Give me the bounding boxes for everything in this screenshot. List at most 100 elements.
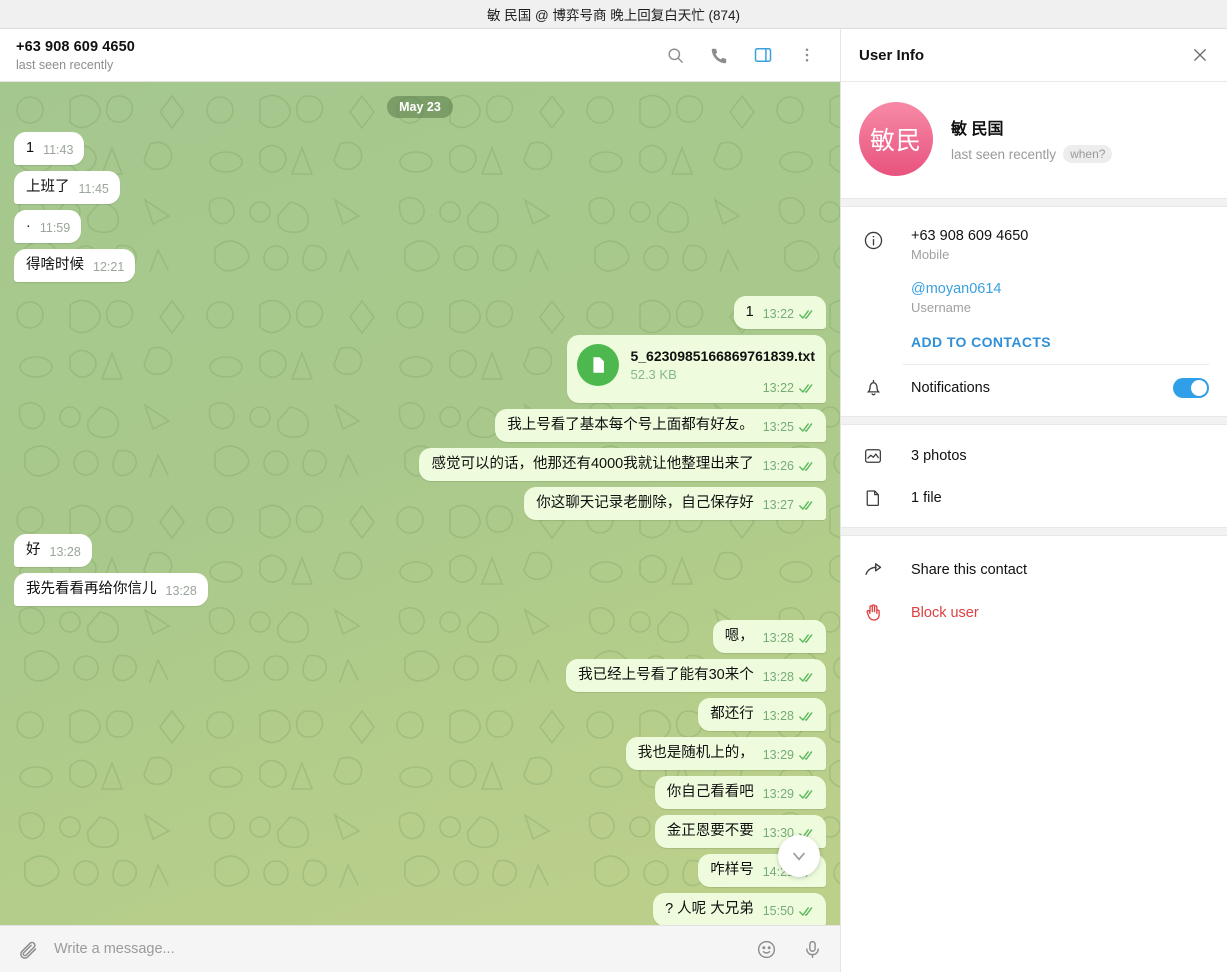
- message-input[interactable]: [54, 941, 740, 957]
- media-row-photos[interactable]: 3 photos: [841, 435, 1227, 477]
- date-separator-row: May 23: [14, 96, 826, 118]
- message-time: 13:29: [762, 748, 794, 762]
- message-time: 15:50: [762, 904, 794, 918]
- emoji-icon[interactable]: [754, 937, 778, 961]
- messages-container: May 23 1 11:43 上班了 11:45 · 11:59 得啥时候 12:21 1 13:…: [0, 82, 840, 925]
- section-divider: [841, 198, 1227, 207]
- message-bubble[interactable]: 嗯， 13:28: [712, 620, 826, 653]
- chat-column: +63 908 609 4650 last seen recently May …: [0, 29, 840, 972]
- message-bubble[interactable]: 我已经上号看了能有30来个 13:28: [566, 659, 826, 692]
- username-row[interactable]: @moyan0614 Username: [841, 269, 1227, 322]
- message-bubble[interactable]: 好 13:28: [14, 534, 92, 567]
- message-meta: 12:21: [93, 260, 124, 275]
- phone-texts: +63 908 609 4650 Mobile: [889, 228, 1209, 262]
- search-icon[interactable]: [664, 44, 686, 66]
- add-contacts-row[interactable]: ADD TO CONTACTS: [841, 322, 1227, 354]
- file-message-bubble[interactable]: 5_6230985166869761839.txt 52.3 KB 13:22: [567, 335, 826, 403]
- message-row[interactable]: 金正恩要不要 13:30: [14, 815, 826, 848]
- message-meta: 13:28: [763, 670, 815, 685]
- message-text: 1: [745, 304, 754, 320]
- avatar-initials: 敏民: [869, 127, 922, 155]
- message-text: 得啥时候: [26, 257, 84, 273]
- message-bubble[interactable]: 得啥时候 12:21: [14, 249, 136, 282]
- messages-target: 1 11:43 上班了 11:45 · 11:59 得啥时候 12:21 1 13:22 5_623…: [14, 132, 826, 925]
- message-bubble[interactable]: ? 人呢 大兄弟 15:50: [653, 893, 826, 925]
- username-texts: @moyan0614 Username: [889, 281, 1209, 315]
- message-row[interactable]: 1 13:22: [14, 296, 826, 329]
- share-contact-button[interactable]: Share this contact: [841, 548, 1227, 591]
- profile-texts: 敏 民国 last seen recently when?: [951, 115, 1113, 163]
- message-bubble[interactable]: · 11:59: [14, 210, 82, 243]
- file-document-icon[interactable]: [577, 344, 620, 386]
- chat-header-texts[interactable]: +63 908 609 4650 last seen recently: [16, 39, 664, 72]
- message-text: 金正恩要不要: [666, 823, 754, 839]
- block-user-button[interactable]: Block user: [841, 591, 1227, 634]
- read-ticks-icon: [799, 422, 815, 433]
- message-row[interactable]: 咋样号 14:21: [14, 854, 826, 887]
- message-row[interactable]: 上班了 11:45: [14, 171, 826, 204]
- attach-icon[interactable]: [16, 937, 40, 961]
- message-row[interactable]: 得啥时候 12:21: [14, 249, 826, 282]
- microphone-icon[interactable]: [800, 937, 824, 961]
- message-row[interactable]: 我也是随机上的， 13:29: [14, 737, 826, 770]
- message-meta: 13:22: [577, 381, 815, 396]
- notifications-row[interactable]: Notifications: [841, 365, 1227, 410]
- message-bubble[interactable]: 你自己看看吧 13:29: [654, 776, 826, 809]
- message-time: 13:28: [762, 670, 794, 684]
- message-text: 我也是随机上的，: [637, 745, 754, 761]
- message-time: 13:22: [762, 307, 794, 321]
- notifications-toggle[interactable]: [1173, 377, 1209, 398]
- message-row[interactable]: 你这聊天记录老删除，自己保存好 13:27: [14, 487, 826, 520]
- message-row[interactable]: 我上号看了基本每个号上面都有好友。 13:25: [14, 409, 826, 442]
- scroll-to-bottom-button[interactable]: [778, 835, 820, 877]
- more-menu-icon[interactable]: [796, 44, 818, 66]
- message-meta: 11:59: [40, 221, 70, 236]
- message-row[interactable]: 我已经上号看了能有30来个 13:28: [14, 659, 826, 692]
- sidebar-toggle-icon[interactable]: [752, 44, 774, 66]
- message-row[interactable]: 你自己看看吧 13:29: [14, 776, 826, 809]
- username-label: Username: [911, 300, 971, 315]
- close-icon[interactable]: [1191, 46, 1209, 64]
- message-text: 我先看看再给你信儿: [26, 581, 157, 597]
- message-text: 咋样号: [710, 862, 754, 878]
- message-row[interactable]: 感觉可以的话，他那还有4000我就让他整理出来了 13:26: [14, 448, 826, 481]
- message-list[interactable]: May 23 1 11:43 上班了 11:45 · 11:59 得啥时候 12:21 1 13:…: [0, 82, 840, 925]
- notifications-label: Notifications: [911, 379, 990, 396]
- message-row[interactable]: 嗯， 13:28: [14, 620, 826, 653]
- share-icon: [863, 559, 889, 580]
- message-meta: 13:29: [763, 748, 815, 763]
- message-bubble[interactable]: 我上号看了基本每个号上面都有好友。 13:25: [495, 409, 826, 442]
- date-separator: May 23: [387, 96, 453, 118]
- message-row[interactable]: 好 13:28: [14, 534, 826, 567]
- message-row[interactable]: 1 11:43: [14, 132, 826, 165]
- message-bubble[interactable]: 感觉可以的话，他那还有4000我就让他整理出来了 13:26: [419, 448, 826, 481]
- message-bubble[interactable]: 1 13:22: [733, 296, 826, 329]
- phone-row[interactable]: +63 908 609 4650 Mobile: [841, 221, 1227, 269]
- message-row[interactable]: 都还行 13:28: [14, 698, 826, 731]
- chat-subtitle: last seen recently: [16, 57, 114, 72]
- username-icon-placeholder: [863, 281, 889, 283]
- message-bubble[interactable]: 都还行 13:28: [698, 698, 826, 731]
- message-row[interactable]: 我先看看再给你信儿 13:28: [14, 573, 826, 606]
- add-to-contacts-button[interactable]: ADD TO CONTACTS: [911, 324, 1209, 352]
- message-text: ·: [26, 218, 31, 234]
- phone-icon[interactable]: [708, 44, 730, 66]
- chat-header: +63 908 609 4650 last seen recently: [0, 29, 840, 82]
- message-bubble[interactable]: 1 11:43: [14, 132, 85, 165]
- username-value[interactable]: @moyan0614: [911, 281, 1209, 297]
- avatar[interactable]: 敏民: [859, 102, 933, 176]
- message-row[interactable]: ? 人呢 大兄弟 15:50: [14, 893, 826, 925]
- file-name: 5_6230985166869761839.txt: [630, 348, 815, 364]
- chat-title: +63 908 609 4650: [16, 38, 135, 55]
- message-row[interactable]: · 11:59: [14, 210, 826, 243]
- message-bubble[interactable]: 上班了 11:45: [14, 171, 120, 204]
- media-row-files[interactable]: 1 file: [841, 477, 1227, 519]
- message-row[interactable]: 5_6230985166869761839.txt 52.3 KB 13:22: [14, 335, 826, 403]
- media-section: 3 photos 1 file: [841, 425, 1227, 527]
- message-bubble[interactable]: 我先看看再给你信儿 13:28: [14, 573, 208, 606]
- when-badge[interactable]: when?: [1063, 145, 1113, 163]
- message-bubble[interactable]: 我也是随机上的， 13:29: [625, 737, 826, 770]
- add-contacts-texts: ADD TO CONTACTS: [889, 324, 1209, 352]
- message-bubble[interactable]: 你这聊天记录老删除，自己保存好 13:27: [524, 487, 826, 520]
- media-label-files: 1 file: [911, 490, 942, 506]
